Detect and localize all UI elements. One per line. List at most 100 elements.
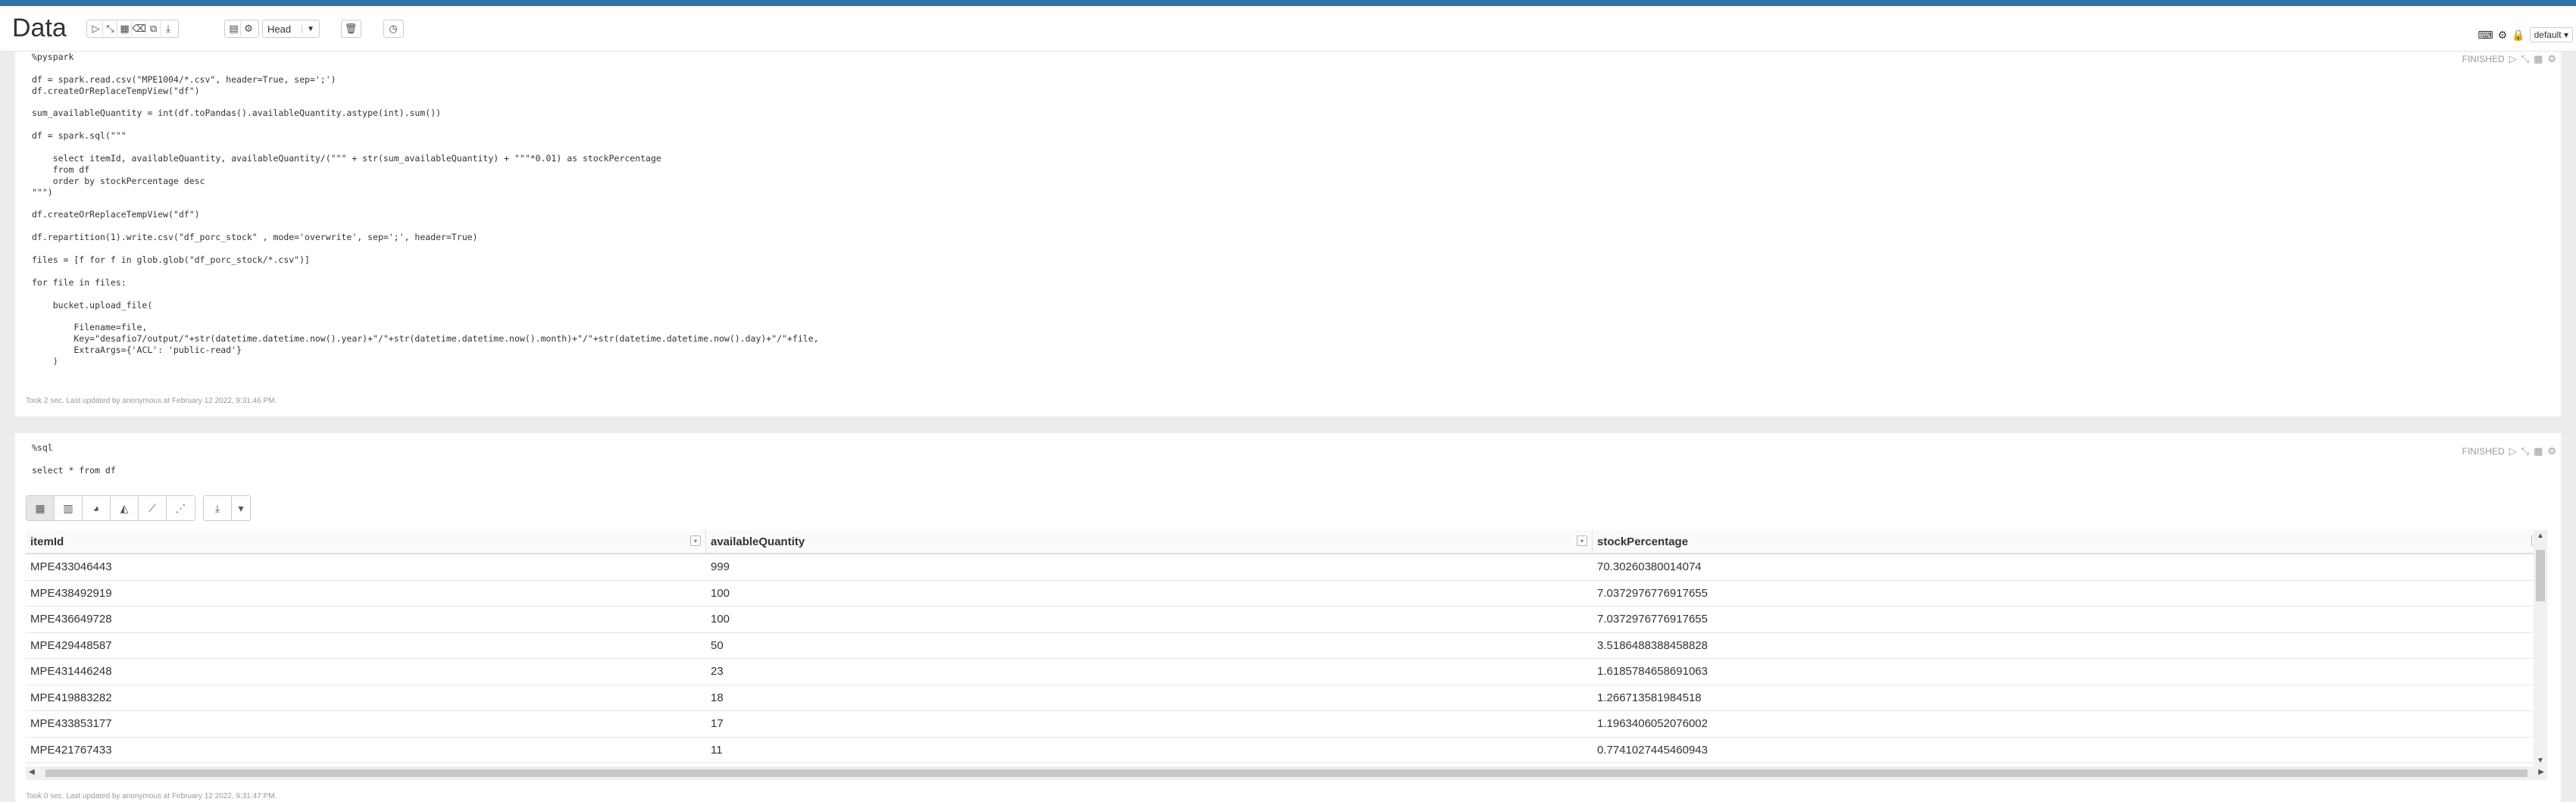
- eraser-icon[interactable]: ⌫: [132, 21, 146, 36]
- notebook-title[interactable]: Data: [12, 14, 67, 43]
- download-group: ⤓ ▾: [203, 495, 251, 521]
- table-cell: 100: [711, 586, 730, 600]
- keyboard-icon[interactable]: ⌨: [2478, 29, 2493, 42]
- code-line: df.createOrReplaceTempView("df"): [32, 209, 200, 220]
- table-cell: 999: [711, 560, 730, 574]
- table-icon[interactable]: ▦: [118, 21, 132, 36]
- play-icon[interactable]: ▷: [2509, 445, 2517, 457]
- interpreter-dropdown[interactable]: default ▾: [2529, 27, 2573, 42]
- table-icon[interactable]: ▦: [2534, 53, 2543, 65]
- scatter-chart-icon[interactable]: ⋰: [167, 496, 195, 520]
- table-cell: MPE419883282: [30, 691, 112, 704]
- column-header-itemid[interactable]: itemId ▾: [26, 529, 706, 554]
- expand-icon[interactable]: ⤡: [2521, 53, 2529, 65]
- line-chart-icon[interactable]: ⟋: [139, 496, 167, 520]
- scroll-down-icon[interactable]: ▼: [2537, 757, 2544, 765]
- visualization-type-group: ▦ ▥ ◕ ◭ ⟋ ⋰: [26, 495, 195, 521]
- column-header-stockpercentage[interactable]: stockPercentage ▾: [1593, 529, 2547, 554]
- paragraph-footer: Took 2 sec. Last updated by anonymous at…: [26, 397, 277, 405]
- column-header-availablequantity[interactable]: availableQuantity ▾: [706, 529, 1593, 554]
- file-icon[interactable]: ▤: [227, 21, 241, 36]
- notebook-toolbar: ▷ ⤡ ▦ ⌫ ⧉ ⤓: [86, 20, 179, 38]
- table-row: MPE433853177 17 1.1963406052076002: [26, 711, 2547, 738]
- paragraph-status-bar: FINISHED ▷ ⤡ ▦ ⚙: [2462, 53, 2556, 65]
- play-icon[interactable]: ▷: [89, 21, 103, 36]
- delete-group: 🗑: [341, 20, 361, 38]
- table-row: MPE431446248 23 1.6185784658691063: [26, 659, 2547, 685]
- table-cell: MPE433046443: [30, 560, 112, 574]
- gear-icon[interactable]: ⚙: [242, 21, 255, 36]
- table-cell: MPE433853177: [30, 717, 112, 731]
- scroll-left-icon[interactable]: ◀: [29, 768, 35, 776]
- table-cell: 17: [711, 717, 724, 731]
- visualization-toolbar: ▦ ▥ ◕ ◭ ⟋ ⋰ ⤓ ▾: [26, 495, 251, 521]
- lock-icon[interactable]: 🔒: [2512, 29, 2524, 42]
- table-cell: 1.266713581984518: [1597, 691, 1702, 704]
- paragraph-footer: Took 0 sec. Last updated by anonymous at…: [26, 792, 277, 800]
- table-cell: 1.6185784658691063: [1597, 665, 1708, 679]
- table-cell: 0.7741027445460943: [1597, 743, 1708, 757]
- scroll-up-icon[interactable]: ▲: [2537, 532, 2544, 540]
- notebook-header: Data ▷ ⤡ ▦ ⌫ ⧉ ⤓ ▤ ⚙ Head ▼ 🗑 ◷ ⌨ ⚙ 🔒 de…: [0, 6, 2576, 51]
- table-row: MPE421767433 11 0.7741027445460943: [26, 738, 2547, 763]
- table-body: MPE433046443 999 70.30260380014074 MPE43849…: [26, 554, 2547, 763]
- column-label: availableQuantity: [711, 535, 805, 548]
- chevron-down-icon[interactable]: ▾: [232, 496, 250, 520]
- schedule-group: ◷: [383, 20, 404, 38]
- download-icon[interactable]: ⤓: [161, 21, 175, 36]
- horizontal-scrollbar[interactable]: ◀ ▶: [26, 766, 2547, 780]
- code-editor[interactable]: %sql select * from df: [32, 442, 116, 476]
- code-line: df = spark.sql(""": [32, 130, 127, 142]
- header-right-tools: ⌨ ⚙ 🔒 default ▾: [2478, 27, 2573, 42]
- vertical-scrollbar[interactable]: ▲ ▼: [2534, 530, 2547, 766]
- expand-icon[interactable]: ⤡: [104, 21, 117, 36]
- copy-icon[interactable]: ⧉: [147, 21, 161, 36]
- table-view-icon[interactable]: ▦: [27, 496, 55, 520]
- table-cell: MPE421767433: [30, 743, 112, 757]
- code-line: order by stockPercentage desc: [32, 175, 205, 186]
- result-table: itemId ▾ availableQuantity ▾ stockPercen…: [26, 529, 2547, 763]
- table-cell: 7.0372976776917655: [1597, 613, 1708, 626]
- scrollbar-thumb[interactable]: [2536, 550, 2545, 601]
- table-cell: 50: [711, 638, 724, 652]
- column-label: itemId: [30, 535, 64, 548]
- code-line: ExtraArgs={'ACL': 'public-read'}: [32, 345, 242, 356]
- column-menu-icon[interactable]: ▾: [1577, 535, 1587, 546]
- download-icon[interactable]: ⤓: [204, 496, 232, 520]
- delete-toolbar: 🗑: [341, 20, 361, 38]
- schedule-toolbar: ◷: [383, 20, 404, 38]
- play-icon[interactable]: ▷: [2509, 53, 2517, 65]
- bar-chart-icon[interactable]: ▥: [55, 496, 83, 520]
- expand-icon[interactable]: ⤡: [2521, 445, 2529, 457]
- scroll-right-icon[interactable]: ▶: [2538, 768, 2544, 776]
- clock-icon[interactable]: ◷: [386, 21, 400, 36]
- table-cell: 23: [711, 665, 724, 679]
- code-line: from df: [32, 164, 90, 175]
- code-line: df.repartition(1).write.csv("df_porc_sto…: [32, 232, 478, 243]
- table-row: MPE438492919 100 7.0372976776917655: [26, 581, 2547, 607]
- gear-icon[interactable]: ⚙: [2498, 29, 2508, 42]
- area-chart-icon[interactable]: ◭: [111, 496, 139, 520]
- table-cell: 18: [711, 691, 724, 704]
- pie-chart-icon[interactable]: ◕: [83, 496, 111, 520]
- head-dropdown[interactable]: Head ▼: [262, 20, 320, 38]
- table-cell: MPE436649728: [30, 613, 112, 626]
- interpreter-label: default: [2534, 30, 2562, 40]
- trash-icon[interactable]: 🗑: [344, 21, 358, 36]
- code-editor[interactable]: %pyspark df = spark.read.csv("MPE1004/*.c…: [32, 51, 819, 367]
- head-label: Head: [267, 23, 292, 35]
- column-menu-icon[interactable]: ▾: [690, 535, 701, 546]
- table-icon[interactable]: ▦: [2534, 445, 2543, 457]
- gear-icon[interactable]: ⚙: [2547, 53, 2556, 65]
- run-controls-group: ▷ ⤡ ▦ ⌫ ⧉ ⤓: [86, 20, 179, 38]
- scrollbar-thumb[interactable]: [45, 769, 2528, 777]
- gear-icon[interactable]: ⚙: [2547, 445, 2556, 457]
